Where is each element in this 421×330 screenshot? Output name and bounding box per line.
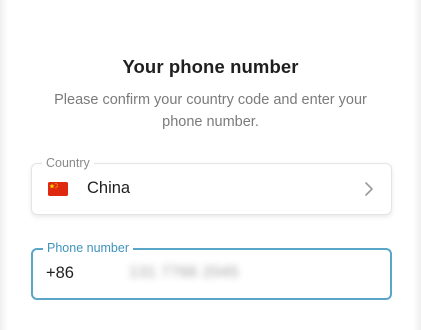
left-edge xyxy=(0,0,8,330)
chevron-right-icon xyxy=(364,181,374,197)
country-field-label: Country xyxy=(42,155,94,171)
phone-number-input[interactable]: 131 7766 2045 xyxy=(129,264,239,282)
page-title: Your phone number xyxy=(122,56,299,77)
china-flag-icon xyxy=(48,182,68,196)
country-selector[interactable]: Country China xyxy=(31,155,392,215)
dial-code: +86 xyxy=(46,264,74,282)
phone-field-label: Phone number xyxy=(43,240,134,256)
page-subtitle: Please confirm your country code and ent… xyxy=(54,92,367,130)
right-edge xyxy=(413,0,421,330)
country-name: China xyxy=(87,179,131,197)
phone-number-field[interactable]: Phone number +86 131 7766 2045 xyxy=(31,240,392,300)
